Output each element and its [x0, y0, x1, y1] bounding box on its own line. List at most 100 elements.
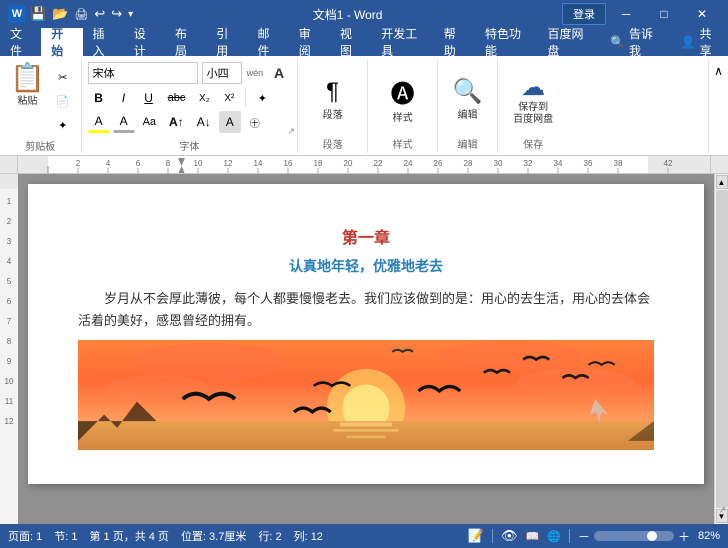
- format-painter-button[interactable]: ✦: [51, 114, 75, 136]
- menu-references[interactable]: 引用: [206, 28, 247, 56]
- paragraph-button[interactable]: ¶ 段落: [319, 74, 347, 125]
- clipboard-expand-icon[interactable]: ↗: [718, 505, 726, 516]
- document-page[interactable]: 第一章 认真地年轻，优雅地老去 岁月从不会厚此薄彼，每个人都要慢慢老去。我们应该…: [28, 184, 704, 484]
- cut-button[interactable]: ✂: [51, 66, 75, 88]
- font-size-input[interactable]: [202, 62, 242, 84]
- svg-text:22: 22: [374, 159, 383, 168]
- svg-text:30: 30: [494, 159, 503, 168]
- edit-mode-icon[interactable]: 📝: [468, 528, 484, 544]
- open-quick-icon[interactable]: 📂: [52, 6, 68, 22]
- menu-home[interactable]: 开始: [41, 28, 82, 56]
- phonetic-button[interactable]: ㊉: [244, 111, 266, 133]
- document-image: [78, 340, 654, 450]
- close-button[interactable]: ✕: [684, 0, 720, 28]
- vertical-ruler-svg: 1 2 3 4 5 6 7 8 9 10 11 12: [0, 174, 18, 524]
- login-button[interactable]: 登录: [562, 3, 606, 25]
- zoom-plus-button[interactable]: ＋: [678, 528, 690, 545]
- font-format-row: B I U abc X₂ X² ✦: [88, 87, 292, 109]
- font-color-btn[interactable]: A: [267, 62, 291, 84]
- web-layout-icon[interactable]: 🌐: [547, 530, 561, 543]
- svg-text:8: 8: [7, 337, 12, 346]
- menu-design[interactable]: 设计: [124, 28, 165, 56]
- svg-text:10: 10: [5, 377, 14, 386]
- style-button[interactable]: 🅐 样式: [387, 70, 419, 128]
- copy-button[interactable]: 📄: [51, 90, 75, 112]
- position-status: 位置: 3.7厘米: [181, 528, 246, 544]
- view-mode-icon[interactable]: 👁: [501, 528, 518, 544]
- paste-button[interactable]: 📋 粘贴: [6, 62, 49, 109]
- superscript-button[interactable]: X²: [218, 87, 240, 109]
- menu-special[interactable]: 特色功能: [475, 28, 538, 56]
- menu-mailings[interactable]: 邮件: [248, 28, 289, 56]
- menu-help[interactable]: 帮助: [434, 28, 475, 56]
- bold-button[interactable]: B: [88, 87, 110, 109]
- subscript-button[interactable]: X₂: [193, 87, 215, 109]
- zoom-thumb[interactable]: [647, 531, 657, 541]
- collapse-ribbon-button[interactable]: ∧: [708, 60, 728, 153]
- save-quick-icon[interactable]: 💾: [30, 6, 46, 22]
- status-bar: 页面: 1 节: 1 第 1 页，共 4 页 位置: 3.7厘米 行: 2 列:…: [0, 524, 728, 548]
- svg-text:14: 14: [254, 159, 263, 168]
- menu-baidu[interactable]: 百度网盘: [538, 28, 601, 56]
- size-down-button[interactable]: A↓: [192, 111, 216, 133]
- strikethrough-button[interactable]: abc: [163, 87, 191, 109]
- save-baidu-button[interactable]: ☁ 保存到 百度网盘: [509, 69, 557, 130]
- customize-quick-icon[interactable]: ▾: [128, 9, 133, 20]
- clear-format-button[interactable]: ✦: [251, 87, 273, 109]
- font-name-input[interactable]: [88, 62, 198, 84]
- restore-button[interactable]: □: [646, 0, 682, 28]
- zoom-minus-button[interactable]: －: [578, 528, 590, 545]
- menu-devtools[interactable]: 开发工具: [371, 28, 434, 56]
- italic-button[interactable]: I: [113, 87, 135, 109]
- font-color-button[interactable]: A: [113, 111, 135, 133]
- title-bar-left: W 💾 📂 🖨 ↩ ↪ ▾: [8, 5, 133, 23]
- scroll-thumb[interactable]: [716, 190, 728, 508]
- svg-text:20: 20: [344, 159, 353, 168]
- font-highlight-button[interactable]: A: [88, 111, 110, 133]
- paragraph-group: ¶ 段落 段落: [298, 60, 368, 153]
- status-divider2: [569, 529, 570, 543]
- share-icon: 👤: [681, 35, 696, 49]
- document-paragraph[interactable]: 岁月从不会厚此薄彼，每个人都要慢慢老去。我们应该做到的是：用心的去生活，用心的去…: [78, 288, 654, 332]
- format-divider: [245, 89, 246, 107]
- print-quick-icon[interactable]: 🖨: [74, 8, 88, 21]
- tellme-label: 告诉我: [629, 25, 657, 59]
- size-up-button[interactable]: A↑: [164, 111, 189, 133]
- menu-layout[interactable]: 布局: [165, 28, 206, 56]
- ribbon-toolbar: 📋 粘贴 ✂ 📄 ✦ 剪贴板 ↗ wén A B I U abc X₂ X²: [0, 56, 728, 156]
- svg-text:4: 4: [106, 159, 111, 168]
- read-mode-icon[interactable]: 📖: [526, 530, 540, 543]
- svg-text:38: 38: [614, 159, 623, 168]
- paste-icon: 📋: [10, 64, 45, 92]
- vertical-scrollbar[interactable]: ▲ ▼: [714, 174, 728, 524]
- char-bg-button[interactable]: A: [219, 111, 241, 133]
- menu-tellme[interactable]: 🔍 告诉我 👤 共享: [600, 28, 728, 56]
- scroll-up-button[interactable]: ▲: [716, 175, 728, 189]
- svg-text:1: 1: [7, 197, 12, 206]
- vertical-ruler: 1 2 3 4 5 6 7 8 9 10 11 12: [0, 174, 18, 524]
- font-case-button[interactable]: Aa: [138, 111, 161, 133]
- edit-icon: 🔍: [453, 77, 483, 106]
- menu-view[interactable]: 视图: [330, 28, 371, 56]
- underline-button[interactable]: U: [138, 87, 160, 109]
- ruler-right-margin: [710, 156, 728, 173]
- svg-text:34: 34: [554, 159, 563, 168]
- font-expand-icon[interactable]: ↗: [288, 126, 296, 137]
- quick-access-toolbar: 💾 📂 🖨 ↩ ↪ ▾: [30, 6, 133, 22]
- zoom-slider[interactable]: [594, 531, 674, 541]
- redo-quick-icon[interactable]: ↪: [111, 6, 122, 22]
- menu-insert[interactable]: 插入: [83, 28, 124, 56]
- para-group-label: 段落: [323, 136, 343, 153]
- menu-file[interactable]: 文件: [0, 28, 41, 56]
- minimize-button[interactable]: ─: [608, 0, 644, 28]
- svg-text:12: 12: [5, 417, 14, 426]
- edit-button[interactable]: 🔍 编辑: [449, 73, 487, 125]
- menu-bar: 文件 开始 插入 设计 布局 引用 邮件 审阅 视图 开发工具 帮助 特色功能 …: [0, 28, 728, 56]
- undo-quick-icon[interactable]: ↩: [94, 6, 105, 22]
- svg-text:10: 10: [194, 159, 203, 168]
- section-status: 节: 1: [54, 528, 77, 544]
- zoom-bar: － ＋ 82%: [578, 528, 720, 545]
- menu-review[interactable]: 审阅: [289, 28, 330, 56]
- style-icon: 🅐: [391, 74, 415, 109]
- svg-text:16: 16: [284, 159, 293, 168]
